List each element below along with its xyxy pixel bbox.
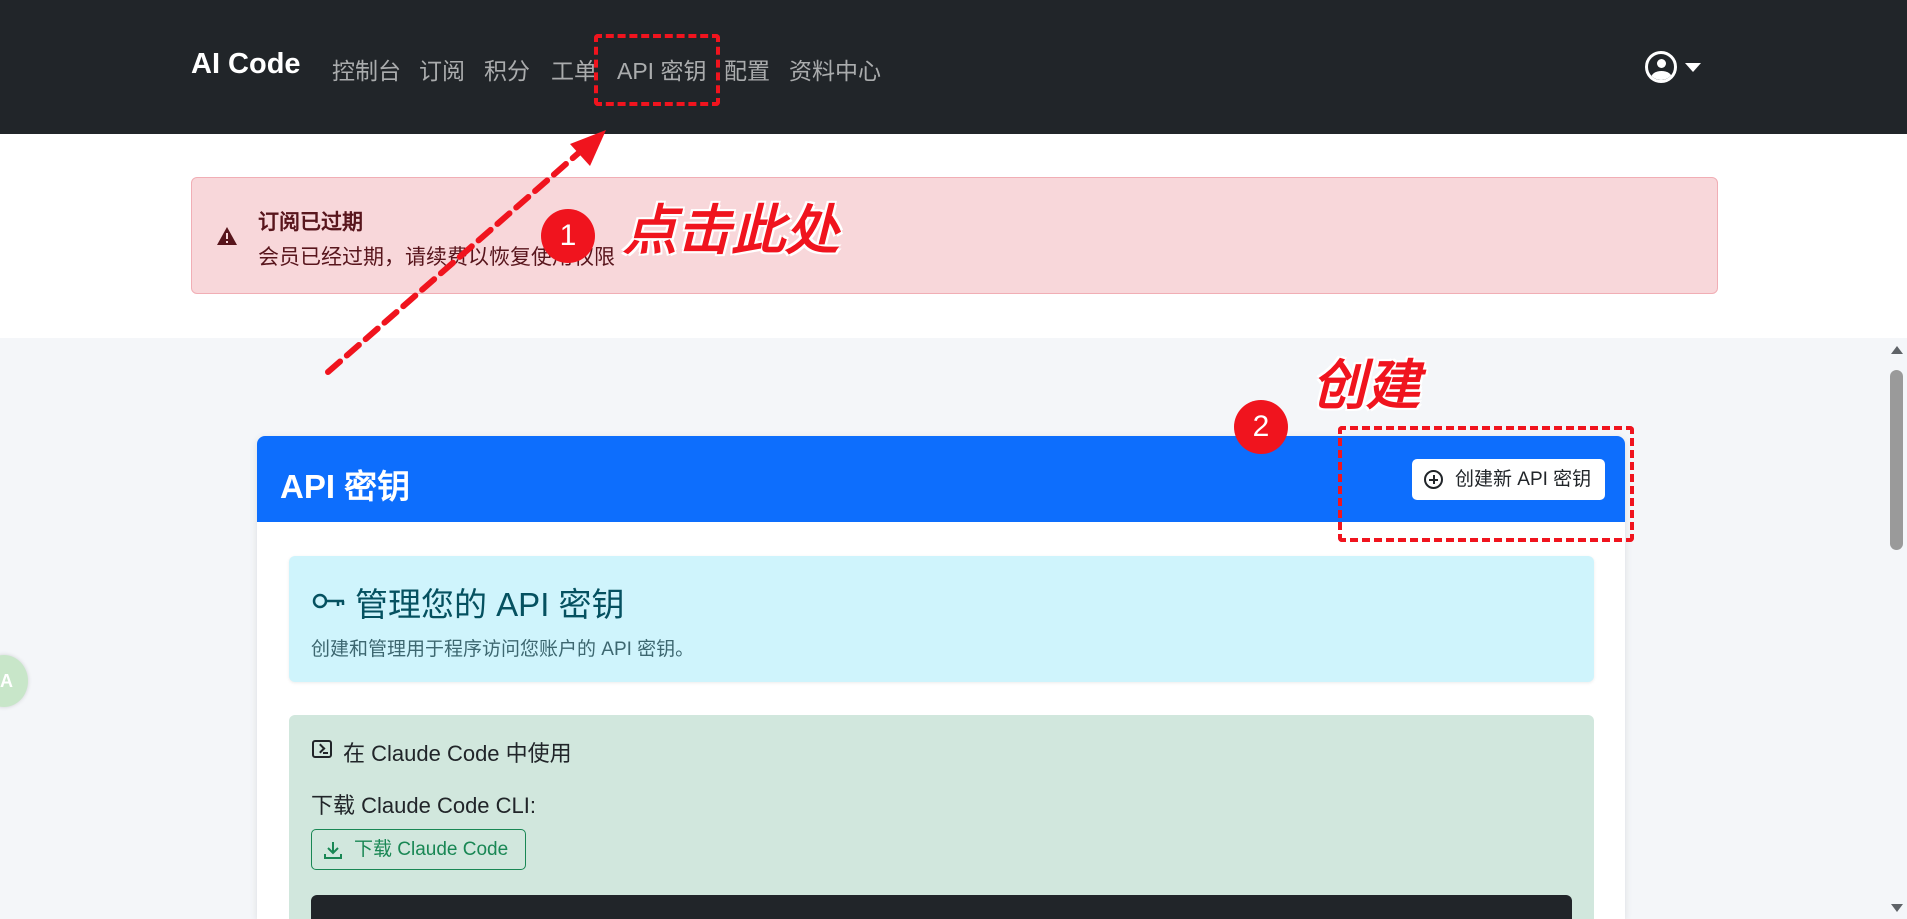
download-button-label: 下载 Claude Code	[354, 839, 509, 860]
download-icon	[324, 842, 342, 859]
vertical-scrollbar[interactable]	[1887, 338, 1907, 919]
nav-link-docs-center[interactable]: 资料中心	[789, 52, 881, 86]
info-subtitle: 创建和管理用于程序访问您账户的 API 密钥。	[311, 639, 695, 660]
annotation-step-1-badge: 1	[541, 209, 595, 263]
annotation-step-2-text: 创建	[1312, 356, 1420, 416]
annotation-box-create-button	[1338, 426, 1634, 542]
nav-link-subscription[interactable]: 订阅	[419, 52, 465, 86]
card-title: API 密钥	[280, 468, 411, 505]
code-block	[311, 895, 1572, 919]
subscription-expired-alert: 订阅已过期 会员已经过期，请续费以恢复使用权限	[191, 177, 1718, 294]
warning-triangle-icon	[217, 227, 237, 245]
nav-link-credits[interactable]: 积分	[484, 52, 530, 86]
translate-widget-label: A	[0, 671, 13, 691]
nav-link-tickets[interactable]: 工单	[551, 52, 597, 86]
download-label: 下载 Claude Code CLI:	[311, 793, 536, 818]
scroll-up-arrow-icon[interactable]	[1891, 346, 1903, 354]
user-menu-dropdown[interactable]	[1645, 51, 1705, 85]
caret-down-icon	[1685, 63, 1701, 72]
nav-link-config[interactable]: 配置	[724, 52, 770, 86]
top-navbar: AI Code 控制台 订阅 积分 工单 API 密钥 配置 资料中心	[0, 0, 1907, 134]
scroll-thumb[interactable]	[1890, 370, 1903, 550]
terminal-icon	[312, 740, 332, 758]
manage-keys-info-box: 管理您的 API 密钥 创建和管理用于程序访问您账户的 API 密钥。	[289, 556, 1594, 682]
annotation-step-1-text: 点击此处	[623, 201, 839, 261]
info-title: 管理您的 API 密钥	[355, 586, 625, 623]
usage-title: 在 Claude Code 中使用	[343, 741, 572, 766]
claude-code-usage-box: 在 Claude Code 中使用 下载 Claude Code CLI: 下载…	[289, 715, 1594, 919]
nav-link-dashboard[interactable]: 控制台	[332, 52, 401, 86]
brand-logo[interactable]: AI Code	[191, 48, 301, 81]
annotation-step-2-badge: 2	[1234, 400, 1288, 454]
download-claude-code-button[interactable]: 下载 Claude Code	[311, 829, 526, 870]
annotation-box-api-nav	[594, 34, 720, 106]
alert-title: 订阅已过期	[258, 211, 363, 234]
key-icon	[312, 593, 345, 609]
user-circle-icon	[1645, 51, 1677, 83]
scroll-down-arrow-icon[interactable]	[1891, 904, 1903, 912]
